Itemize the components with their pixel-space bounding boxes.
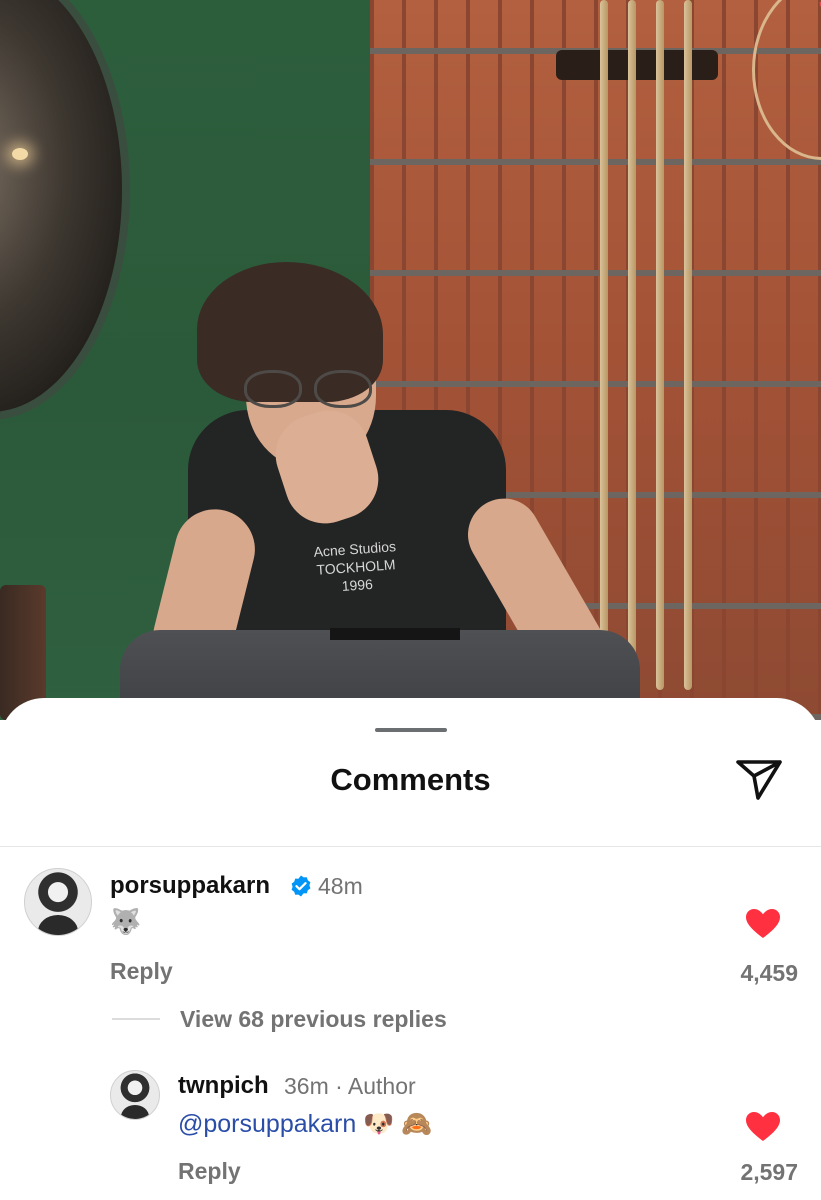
- comment-timestamp: 36m · Author: [284, 1073, 416, 1099]
- comment-emoji: 🐶 🙈: [356, 1110, 433, 1138]
- post-photo: MEN Acne Studios TOCKHOLM 1996: [0, 0, 821, 720]
- comment-text: @porsuppakarn 🐶 🙈: [178, 1110, 432, 1139]
- heart-icon[interactable]: [745, 1111, 781, 1143]
- reply-button[interactable]: Reply: [110, 958, 173, 985]
- sheet-title: Comments: [330, 762, 491, 797]
- glasses-lens: [244, 370, 302, 408]
- comment-username[interactable]: porsuppakarn: [110, 872, 270, 900]
- belt: [330, 628, 460, 640]
- comments-sheet: Comments porsuppakarn 48m 🐺 Reply 4,459 …: [0, 698, 821, 1200]
- like-count: 4,459: [740, 960, 798, 986]
- send-icon[interactable]: [734, 754, 784, 804]
- person: Acne Studios TOCKHOLM 1996: [0, 0, 821, 720]
- sheet-divider: [0, 846, 821, 847]
- heart-icon[interactable]: [745, 908, 781, 940]
- replies-line: [112, 1018, 160, 1020]
- comment-text: 🐺: [110, 908, 142, 936]
- view-replies-button[interactable]: View 68 previous replies: [180, 1006, 447, 1033]
- verified-badge-icon: [291, 875, 311, 897]
- avatar[interactable]: [24, 868, 92, 936]
- comment-username[interactable]: twnpich: [178, 1072, 269, 1100]
- like-count: 2,597: [740, 1159, 798, 1185]
- avatar[interactable]: [110, 1070, 160, 1120]
- reply-button[interactable]: Reply: [178, 1158, 241, 1185]
- shirt-print: Acne Studios TOCKHOLM 1996: [294, 536, 417, 598]
- comment-timestamp: 48m: [318, 873, 363, 899]
- glasses-lens: [314, 370, 372, 408]
- sheet-grabber[interactable]: [375, 728, 447, 732]
- glasses: [240, 370, 380, 410]
- mention-link[interactable]: @porsuppakarn: [178, 1110, 356, 1138]
